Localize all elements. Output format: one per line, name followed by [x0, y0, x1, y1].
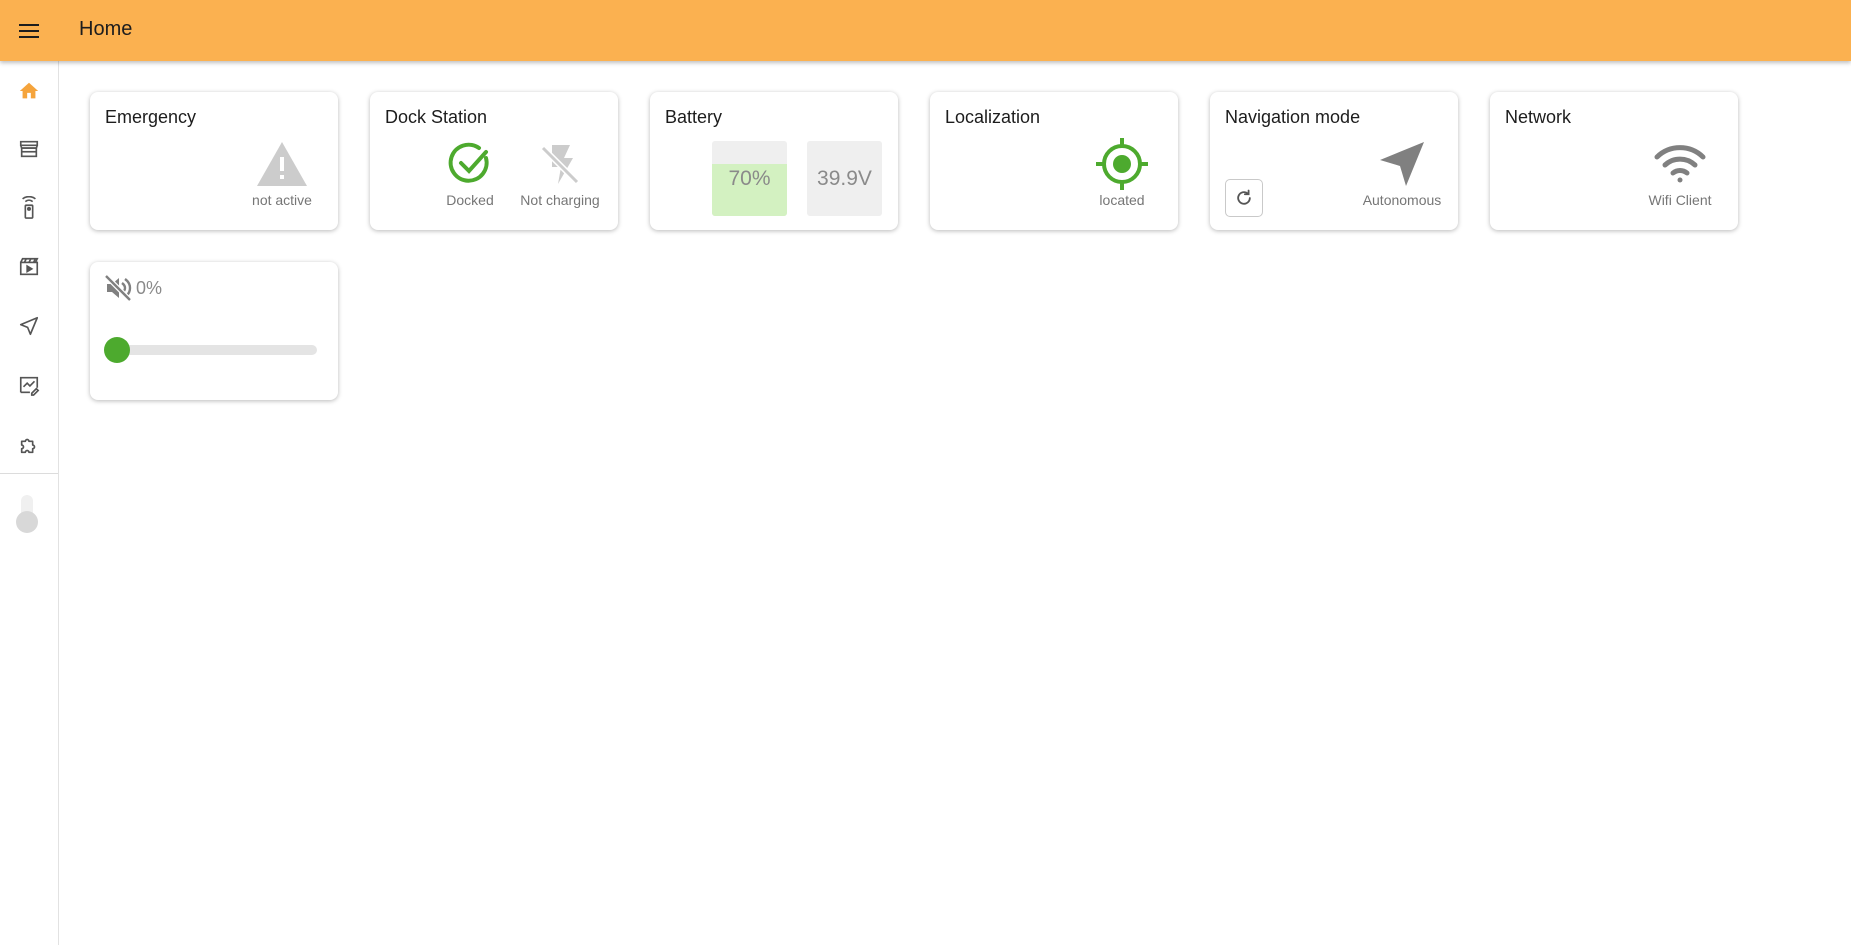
card-title: Localization	[945, 107, 1041, 127]
network-status: Wifi Client	[1642, 138, 1718, 208]
navigation-arrow-icon	[19, 316, 39, 336]
store-icon	[19, 140, 39, 158]
battery-level-gauge: 70%	[712, 141, 787, 216]
wifi-icon	[1654, 145, 1706, 183]
network-label: Wifi Client	[1648, 192, 1712, 208]
volume-header: 0%	[104, 274, 162, 302]
volume-off-icon[interactable]	[104, 274, 132, 302]
card-title: Network	[1505, 107, 1572, 127]
remote-icon	[22, 196, 36, 219]
card-title: Emergency	[105, 107, 197, 127]
sidebar-item-store[interactable]	[0, 127, 58, 171]
charging-label: Not charging	[520, 192, 600, 208]
sidebar	[0, 61, 59, 945]
gps-fixed-icon	[1096, 138, 1148, 190]
volume-percent: 0%	[136, 277, 163, 298]
navigation-arrow-icon	[1380, 142, 1424, 186]
card-title: Dock Station	[385, 107, 488, 127]
sidebar-item-plugins[interactable]	[0, 423, 58, 467]
sidebar-item-video[interactable]	[0, 245, 58, 289]
card-title: Battery	[665, 107, 723, 127]
emergency-card: Emergency not active	[90, 92, 338, 230]
home-icon	[19, 82, 39, 99]
sidebar-item-home[interactable]	[0, 69, 58, 113]
flash-off-icon	[540, 145, 580, 185]
sidebar-item-logs[interactable]	[0, 363, 58, 407]
card-title: Navigation mode	[1225, 107, 1361, 127]
volume-card: 0%	[90, 262, 338, 400]
app-header: Home	[0, 0, 1851, 61]
battery-voltage-box: 39.9V	[807, 141, 882, 216]
docked-label: Docked	[446, 192, 494, 208]
volume-slider-thumb[interactable]	[104, 337, 130, 363]
emergency-status-label: not active	[252, 192, 312, 208]
navigation-mode-label: Autonomous	[1362, 192, 1442, 208]
charging-status: Not charging	[512, 138, 608, 208]
reload-button[interactable]	[1225, 179, 1263, 217]
menu-button[interactable]	[0, 0, 58, 61]
navigation-mode-status: Autonomous	[1358, 138, 1446, 208]
warning-icon	[257, 142, 307, 186]
volume-slider[interactable]	[104, 337, 317, 363]
battery-voltage: 39.9V	[817, 166, 872, 190]
network-card: Network Wifi Client	[1490, 92, 1738, 230]
localization-label: located	[1099, 192, 1145, 208]
emergency-status: not active	[244, 138, 320, 208]
theme-toggle[interactable]	[16, 493, 38, 533]
localization-status: located	[1090, 138, 1154, 208]
chart-edit-icon	[19, 376, 40, 396]
toggle-thumb[interactable]	[16, 511, 38, 533]
check-circle-icon	[448, 142, 489, 183]
navigation-mode-card: Navigation mode Autonomous	[1210, 92, 1458, 230]
clapperboard-icon	[19, 257, 39, 276]
sidebar-item-navigation[interactable]	[0, 304, 58, 348]
dock-station-card: Dock Station Docked Not charging	[370, 92, 618, 230]
reload-icon	[1237, 189, 1251, 205]
page-title: Home	[79, 18, 133, 40]
battery-card: Battery 70% 39.9V	[650, 92, 898, 230]
battery-percent: 70%	[728, 166, 771, 190]
menu-icon	[19, 23, 39, 38]
sidebar-divider	[0, 473, 58, 474]
puzzle-icon	[20, 438, 36, 454]
sidebar-item-remote[interactable]	[0, 186, 58, 230]
localization-card: Localization located	[930, 92, 1178, 230]
docked-status: Docked	[430, 138, 510, 208]
